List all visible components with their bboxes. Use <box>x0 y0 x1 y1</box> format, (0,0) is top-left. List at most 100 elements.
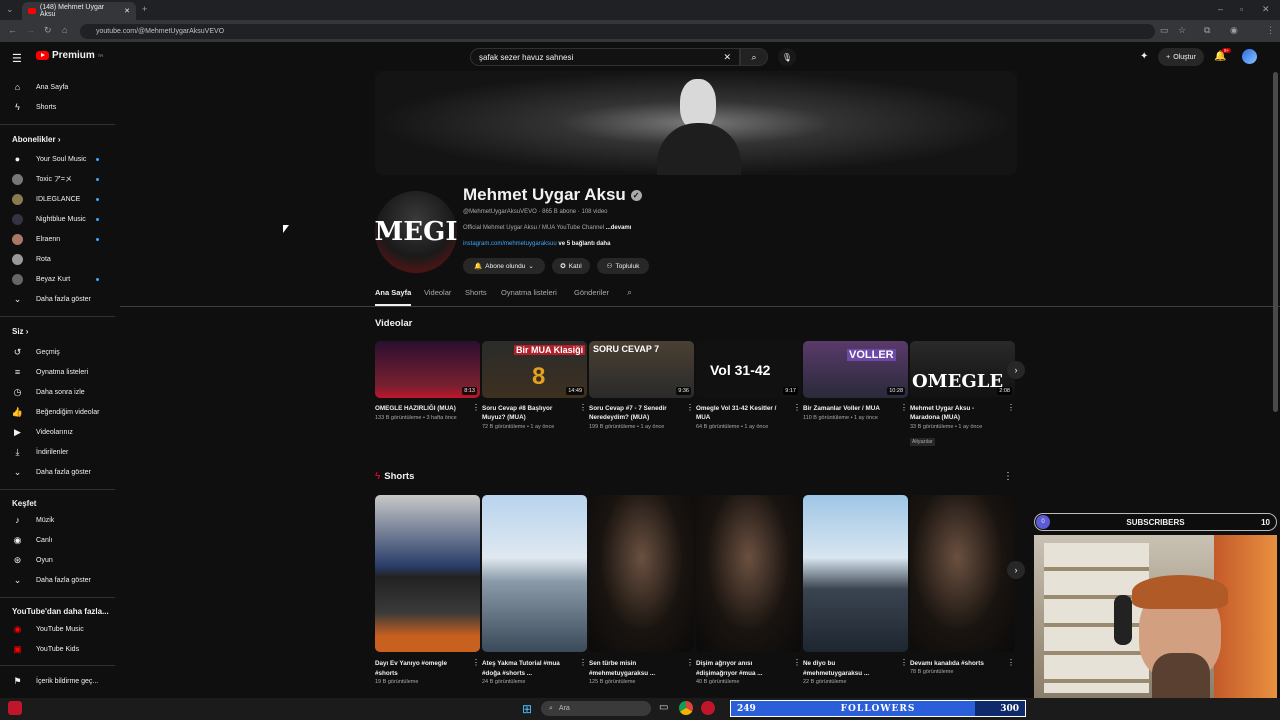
video-card[interactable]: Bir MUA Klasiği 8 14:49 Soru Cevap #8 Ba… <box>482 341 587 430</box>
channel-search-icon[interactable]: ⌕ <box>627 287 632 298</box>
sidebar-item-shorts[interactable]: ϟ Shorts <box>0 98 118 116</box>
video-title[interactable]: OMEGLE HAZIRLIĞI (MUA) <box>375 404 467 413</box>
minimize-icon[interactable]: – <box>1218 4 1223 14</box>
home-icon[interactable]: ⌂ <box>62 25 67 35</box>
more-actions-icon[interactable]: ⋮ <box>472 403 480 412</box>
chrome-icon[interactable] <box>679 701 693 715</box>
sidebar-sub-5[interactable]: Rota <box>0 250 118 268</box>
short-title[interactable]: Dişim ağrıyor anısı #dişimağrıyor #mua .… <box>696 659 788 679</box>
sidebar-item-report[interactable]: ⚑ İçerik bildirme geç... <box>0 672 118 690</box>
video-card[interactable]: Vol 31-42 9:17 Omegle Vol 31-42 Kesitler… <box>696 341 801 430</box>
app-icon[interactable] <box>701 701 715 715</box>
sidebar-explore-more[interactable]: ⌄ Daha fazla göster <box>0 571 118 589</box>
more-actions-icon[interactable]: ⋮ <box>900 658 908 667</box>
tab-posts[interactable]: Gönderiler <box>574 288 609 297</box>
short-thumbnail[interactable] <box>589 495 694 652</box>
sidebar-you-more[interactable]: ⌄ Daha fazla göster <box>0 463 118 481</box>
video-title[interactable]: Omegle Vol 31-42 Kesitler / MUA <box>696 404 788 422</box>
short-card[interactable]: Dişim ağrıyor anısı #dişimağrıyor #mua .… <box>696 495 801 685</box>
more-actions-icon[interactable]: ⋮ <box>579 658 587 667</box>
join-button[interactable]: ✪ Katıl <box>552 258 590 274</box>
windows-start-icon[interactable]: ⊞ <box>522 702 532 716</box>
more-actions-icon[interactable]: ⋮ <box>1007 403 1015 412</box>
more-actions-icon[interactable]: ⋮ <box>686 403 694 412</box>
video-thumbnail[interactable]: VOLLER 10:28 <box>803 341 908 398</box>
sidebar-sub-1[interactable]: Toxic ア=メ <box>0 170 118 188</box>
more-actions-icon[interactable]: ⋮ <box>900 403 908 412</box>
extensions-icon[interactable]: ⧉ <box>1204 25 1210 36</box>
bookmark-star-icon[interactable]: ☆ <box>1178 25 1186 36</box>
short-card[interactable]: Dayı Ev Yanıyo #omegle #shorts 19 B görü… <box>375 495 480 685</box>
tab-close-icon[interactable]: ✕ <box>124 7 130 15</box>
browser-menu-icon[interactable]: ⋮ <box>1266 25 1275 36</box>
sidebar-item-youtube-kids[interactable]: ▣ YouTube Kids <box>0 640 118 658</box>
tab-home[interactable]: Ana Sayfa <box>375 288 411 297</box>
short-card[interactable]: Sen türbe misin #mehmetuygaraksu ... 125… <box>589 495 694 685</box>
video-card[interactable]: SORU CEVAP 7 9:36 Soru Cevap #7 - 7 Sene… <box>589 341 694 430</box>
short-card[interactable]: Ne diyo bu #mehmetuygaraksu ... 22 B gör… <box>803 495 908 685</box>
search-button[interactable]: ⌕ <box>740 48 768 66</box>
clear-search-icon[interactable]: ✕ <box>723 52 731 63</box>
short-card[interactable]: Devamı kanalıda #shorts 78 B görüntüleme… <box>910 495 1015 675</box>
sidebar-item-home[interactable]: ⌂ Ana Sayfa <box>0 78 118 96</box>
video-card[interactable]: 8:13 OMEGLE HAZIRLIĞI (MUA) 133 B görünt… <box>375 341 480 421</box>
tab-videos[interactable]: Videolar <box>424 288 451 297</box>
youtube-logo[interactable]: Premium TR <box>36 50 103 61</box>
sidebar-item-live[interactable]: ◉ Canlı <box>0 531 118 549</box>
profile-icon[interactable]: ◉ <box>1230 25 1238 36</box>
short-title[interactable]: Ne diyo bu #mehmetuygaraksu ... <box>803 659 895 679</box>
reload-icon[interactable]: ↻ <box>44 25 52 36</box>
video-thumbnail[interactable]: Bir MUA Klasiği 8 14:49 <box>482 341 587 398</box>
sidebar-item-your-videos[interactable]: ▶ Videolarınız <box>0 423 118 441</box>
video-card[interactable]: OMEGLE 2:08 Mehmet Uygar Aksu - Maradona… <box>910 341 1015 448</box>
short-title[interactable]: Dayı Ev Yanıyo #omegle #shorts <box>375 659 467 679</box>
channel-avatar[interactable]: MEGI <box>375 191 457 273</box>
short-title[interactable]: Ateş Yakma Tutorial #mua #doğa #shorts .… <box>482 659 574 679</box>
video-title[interactable]: Soru Cevap #8 Başlıyor Muyuz? (MUA) <box>482 404 574 422</box>
more-actions-icon[interactable]: ⋮ <box>472 658 480 667</box>
video-thumbnail[interactable]: 8:13 <box>375 341 480 398</box>
sidebar-sub-2[interactable]: IDLEGLANCE <box>0 190 118 208</box>
tab-search-icon[interactable]: ⌄ <box>6 4 14 15</box>
video-card[interactable]: VOLLER 10:28 Bir Zamanlar Voller / MUA 1… <box>803 341 908 421</box>
taskbar-search[interactable]: ⌕ Ara <box>541 701 651 716</box>
sidebar-sub-3[interactable]: Nightblue Music <box>0 210 118 228</box>
subscriptions-header[interactable]: Abonelikler › <box>12 135 60 144</box>
cast-icon[interactable]: ▭ <box>1160 25 1169 36</box>
sidebar-item-liked[interactable]: 👍 Beğendiğim videolar <box>0 403 118 421</box>
sidebar-item-history[interactable]: ↺ Geçmiş <box>0 343 118 361</box>
back-icon[interactable]: ← <box>8 25 17 35</box>
new-tab-icon[interactable]: + <box>142 4 147 14</box>
video-title[interactable]: Bir Zamanlar Voller / MUA <box>803 404 895 413</box>
videos-section-title[interactable]: Videolar <box>375 318 412 329</box>
short-thumbnail[interactable] <box>482 495 587 652</box>
description-more[interactable]: ...devamı <box>606 225 632 231</box>
instagram-link[interactable]: instagram.com/mehmetuygaraksuu <box>463 241 557 247</box>
tab-playlists[interactable]: Oynatma listeleri <box>501 288 557 297</box>
sidebar-item-youtube-music[interactable]: ◉ YouTube Music <box>0 620 118 638</box>
create-button[interactable]: + Oluştur <box>1158 48 1204 66</box>
hamburger-menu-icon[interactable]: ☰ <box>12 52 22 65</box>
more-actions-icon[interactable]: ⋮ <box>793 403 801 412</box>
forward-icon[interactable]: → <box>26 25 35 35</box>
more-actions-icon[interactable]: ⋮ <box>1007 658 1015 667</box>
video-title[interactable]: Soru Cevap #7 - 7 Senedir Neredeydim? (M… <box>589 404 681 422</box>
sidebar-item-music[interactable]: ♪ Müzik <box>0 511 118 529</box>
more-actions-icon[interactable]: ⋮ <box>793 658 801 667</box>
task-view-icon[interactable]: ▭ <box>659 702 668 713</box>
browser-tab[interactable]: (148) Mehmet Uygar Aksu ✕ <box>22 2 136 20</box>
sidebar-item-watch-later[interactable]: ◷ Daha sonra izle <box>0 383 118 401</box>
channel-links[interactable]: instagram.com/mehmetuygaraksuu ve 5 bağl… <box>463 241 610 247</box>
shorts-more-icon[interactable]: ⋮ <box>1003 471 1013 482</box>
url-field[interactable]: youtube.com/@MehmetUygarAksuVEVO <box>80 24 1155 39</box>
maximize-icon[interactable]: ▫ <box>1240 4 1243 14</box>
search-input[interactable]: şafak sezer havuz sahnesi ✕ <box>470 48 740 66</box>
community-button[interactable]: ⚇ Topluluk <box>597 258 649 274</box>
short-title[interactable]: Sen türbe misin #mehmetuygaraksu ... <box>589 659 681 679</box>
window-close-icon[interactable]: ✕ <box>1262 4 1270 15</box>
video-thumbnail[interactable]: SORU CEVAP 7 9:36 <box>589 341 694 398</box>
sidebar-item-downloads[interactable]: ⤓ İndirilenler <box>0 443 118 461</box>
tab-shorts[interactable]: Shorts <box>465 288 487 297</box>
video-thumbnail[interactable]: OMEGLE 2:08 <box>910 341 1015 398</box>
sidebar-item-playlists[interactable]: ≡ Oynatma listeleri <box>0 363 118 381</box>
